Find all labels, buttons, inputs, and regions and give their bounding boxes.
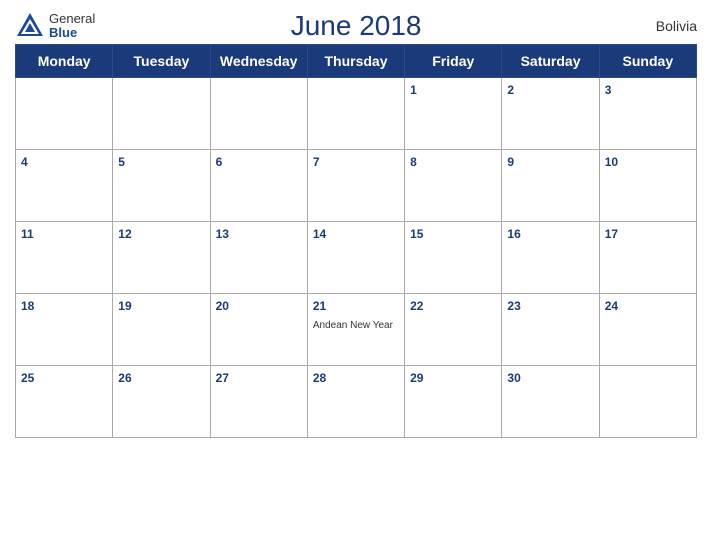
date-number-14: 14 bbox=[313, 227, 326, 241]
date-number-2: 2 bbox=[507, 83, 514, 97]
date-number-22: 22 bbox=[410, 299, 423, 313]
day-cell-19: 19 bbox=[113, 294, 210, 366]
day-cell-13: 13 bbox=[210, 222, 307, 294]
day-cell-18: 18 bbox=[16, 294, 113, 366]
date-number-7: 7 bbox=[313, 155, 320, 169]
day-cell-1: 1 bbox=[405, 78, 502, 150]
date-number-13: 13 bbox=[216, 227, 229, 241]
calendar-title: June 2018 bbox=[291, 10, 422, 41]
calendar-table: Monday Tuesday Wednesday Thursday Friday… bbox=[15, 44, 697, 438]
header-thursday: Thursday bbox=[307, 45, 404, 78]
header-friday: Friday bbox=[405, 45, 502, 78]
date-number-8: 8 bbox=[410, 155, 417, 169]
date-number-27: 27 bbox=[216, 371, 229, 385]
day-cell-15: 15 bbox=[405, 222, 502, 294]
date-number-16: 16 bbox=[507, 227, 520, 241]
date-number-12: 12 bbox=[118, 227, 131, 241]
day-cell-30: 30 bbox=[502, 366, 599, 438]
day-cell-26: 26 bbox=[113, 366, 210, 438]
date-number-29: 29 bbox=[410, 371, 423, 385]
date-number-17: 17 bbox=[605, 227, 618, 241]
day-cell-17: 17 bbox=[599, 222, 696, 294]
day-cell-3: 3 bbox=[599, 78, 696, 150]
day-cell-12: 12 bbox=[113, 222, 210, 294]
logo-icon bbox=[15, 11, 45, 41]
week-row-4: 18 19 20 21 Andean New Year 22 23 24 bbox=[16, 294, 697, 366]
date-number-30: 30 bbox=[507, 371, 520, 385]
date-number-1: 1 bbox=[410, 83, 417, 97]
day-cell-6: 6 bbox=[210, 150, 307, 222]
date-number-26: 26 bbox=[118, 371, 131, 385]
day-cell-14: 14 bbox=[307, 222, 404, 294]
week-row-2: 4 5 6 7 8 9 10 bbox=[16, 150, 697, 222]
country-label: Bolivia bbox=[617, 18, 697, 34]
day-cell-8: 8 bbox=[405, 150, 502, 222]
title-area: June 2018 bbox=[95, 10, 617, 42]
date-number-23: 23 bbox=[507, 299, 520, 313]
empty-cell-4-6 bbox=[599, 366, 696, 438]
day-cell-27: 27 bbox=[210, 366, 307, 438]
header-saturday: Saturday bbox=[502, 45, 599, 78]
header-wednesday: Wednesday bbox=[210, 45, 307, 78]
day-cell-28: 28 bbox=[307, 366, 404, 438]
empty-cell-0-3 bbox=[307, 78, 404, 150]
date-number-6: 6 bbox=[216, 155, 223, 169]
event-21: Andean New Year bbox=[313, 320, 393, 331]
date-number-20: 20 bbox=[216, 299, 229, 313]
week-row-5: 25 26 27 28 29 30 bbox=[16, 366, 697, 438]
day-cell-20: 20 bbox=[210, 294, 307, 366]
header-tuesday: Tuesday bbox=[113, 45, 210, 78]
date-number-11: 11 bbox=[21, 227, 34, 241]
day-cell-29: 29 bbox=[405, 366, 502, 438]
day-cell-21: 21 Andean New Year bbox=[307, 294, 404, 366]
date-number-5: 5 bbox=[118, 155, 125, 169]
day-cell-25: 25 bbox=[16, 366, 113, 438]
logo-text: General Blue bbox=[49, 12, 95, 41]
date-number-25: 25 bbox=[21, 371, 34, 385]
week-row-3: 11 12 13 14 15 16 17 bbox=[16, 222, 697, 294]
header-sunday: Sunday bbox=[599, 45, 696, 78]
day-cell-9: 9 bbox=[502, 150, 599, 222]
day-cell-10: 10 bbox=[599, 150, 696, 222]
logo-blue-text: Blue bbox=[49, 26, 95, 40]
date-number-9: 9 bbox=[507, 155, 514, 169]
day-cell-7: 7 bbox=[307, 150, 404, 222]
week-row-1: 1 2 3 bbox=[16, 78, 697, 150]
day-cell-22: 22 bbox=[405, 294, 502, 366]
day-cell-23: 23 bbox=[502, 294, 599, 366]
date-number-19: 19 bbox=[118, 299, 131, 313]
logo-general-text: General bbox=[49, 12, 95, 26]
date-number-4: 4 bbox=[21, 155, 28, 169]
day-cell-11: 11 bbox=[16, 222, 113, 294]
date-number-21: 21 bbox=[313, 299, 326, 313]
date-number-3: 3 bbox=[605, 83, 612, 97]
header-monday: Monday bbox=[16, 45, 113, 78]
day-cell-24: 24 bbox=[599, 294, 696, 366]
date-number-18: 18 bbox=[21, 299, 34, 313]
day-cell-16: 16 bbox=[502, 222, 599, 294]
empty-cell-0-2 bbox=[210, 78, 307, 150]
day-cell-5: 5 bbox=[113, 150, 210, 222]
day-cell-2: 2 bbox=[502, 78, 599, 150]
date-number-15: 15 bbox=[410, 227, 423, 241]
logo: General Blue bbox=[15, 11, 95, 41]
date-number-28: 28 bbox=[313, 371, 326, 385]
empty-cell-0-1 bbox=[113, 78, 210, 150]
date-number-10: 10 bbox=[605, 155, 618, 169]
page-header: General Blue June 2018 Bolivia bbox=[15, 10, 697, 42]
date-number-24: 24 bbox=[605, 299, 618, 313]
empty-cell-0-0 bbox=[16, 78, 113, 150]
day-cell-4: 4 bbox=[16, 150, 113, 222]
weekday-header-row: Monday Tuesday Wednesday Thursday Friday… bbox=[16, 45, 697, 78]
